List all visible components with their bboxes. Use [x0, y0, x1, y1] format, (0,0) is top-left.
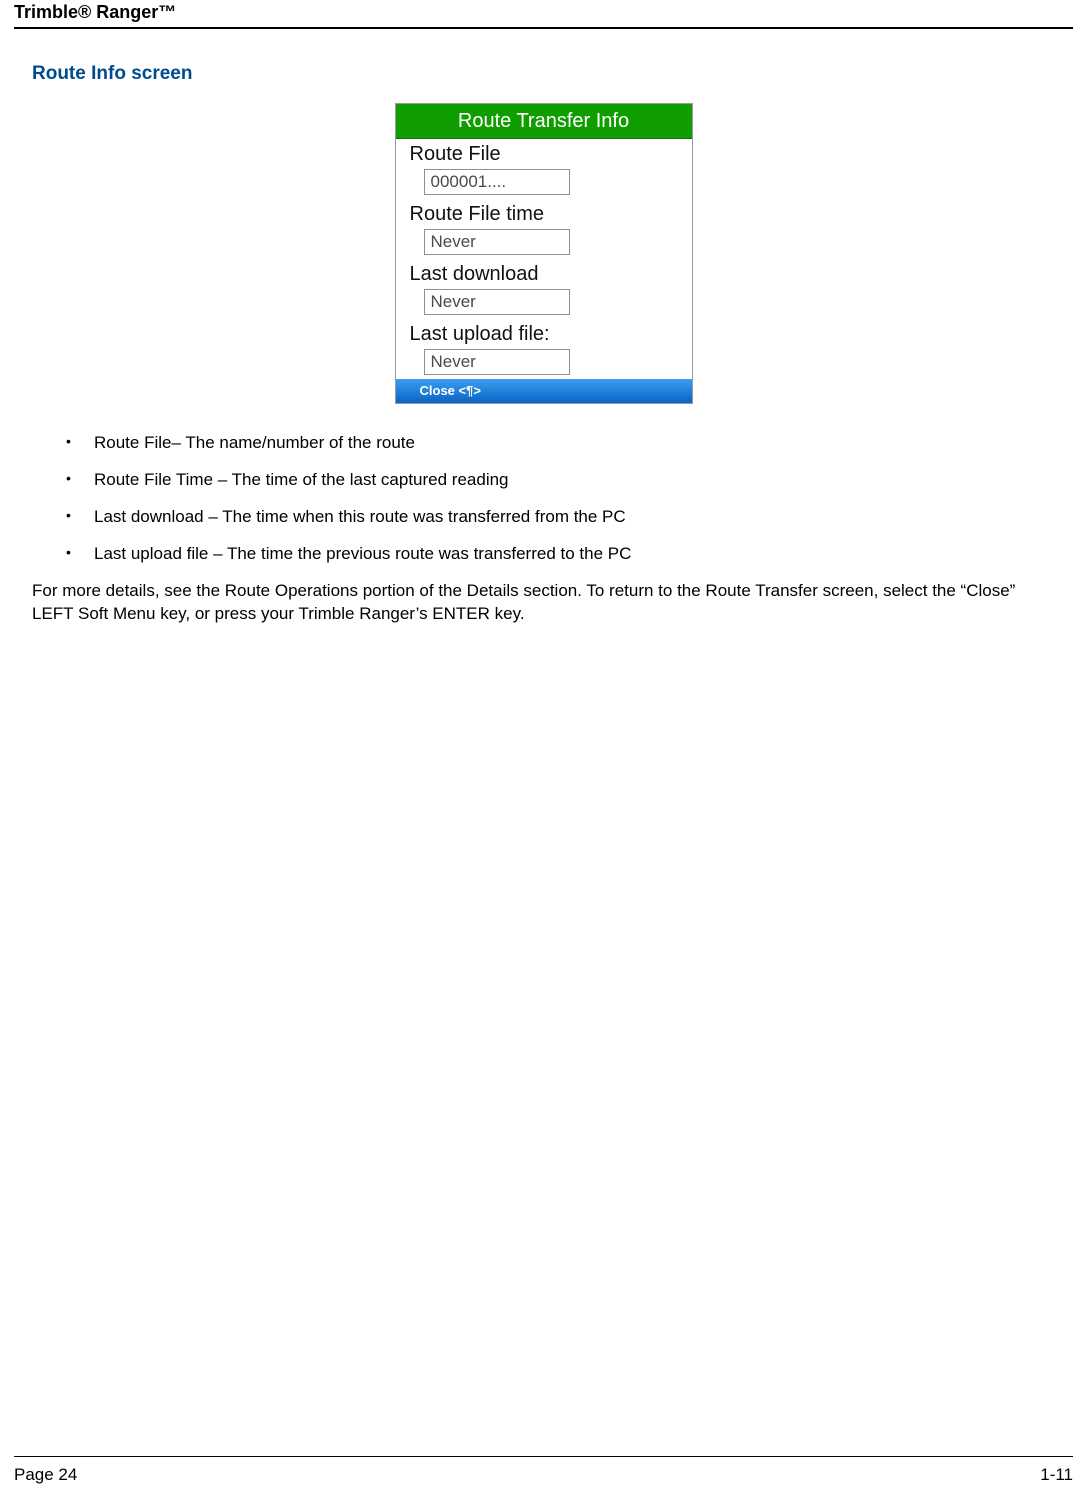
device-titlebar: Route Transfer Info: [396, 104, 692, 139]
device-body: Route File Route File time Last download…: [396, 139, 692, 379]
list-item: Route File– The name/number of the route: [66, 432, 1073, 455]
route-file-label: Route File: [396, 139, 692, 166]
last-download-label: Last download: [396, 259, 692, 286]
list-item: Last download – The time when this route…: [66, 506, 1073, 529]
body-paragraph: For more details, see the Route Operatio…: [32, 580, 1055, 626]
footer-left: Page 24: [14, 1465, 77, 1485]
close-softkey[interactable]: Close <¶>: [420, 383, 481, 398]
page-footer: Page 24 1-11: [14, 1456, 1073, 1485]
header-title: Trimble® Ranger™: [14, 2, 176, 23]
page-header: Trimble® Ranger™: [14, 0, 1073, 29]
list-item: Route File Time – The time of the last c…: [66, 469, 1073, 492]
bullet-list: Route File– The name/number of the route…: [14, 432, 1073, 566]
page-container: Trimble® Ranger™ Route Info screen Route…: [0, 0, 1087, 1509]
device-screen: Route Transfer Info Route File Route Fil…: [395, 103, 693, 404]
route-file-time-input[interactable]: [424, 229, 570, 255]
footer-right: 1-11: [1040, 1465, 1073, 1485]
section-title: Route Info screen: [32, 63, 1073, 85]
last-upload-file-input[interactable]: [424, 349, 570, 375]
route-file-time-label: Route File time: [396, 199, 692, 226]
last-download-input[interactable]: [424, 289, 570, 315]
route-file-input[interactable]: [424, 169, 570, 195]
last-upload-file-label: Last upload file:: [396, 319, 692, 346]
screenshot-wrap: Route Transfer Info Route File Route Fil…: [14, 103, 1073, 404]
softkey-bar: Close <¶>: [396, 379, 692, 403]
list-item: Last upload file – The time the previous…: [66, 543, 1073, 566]
